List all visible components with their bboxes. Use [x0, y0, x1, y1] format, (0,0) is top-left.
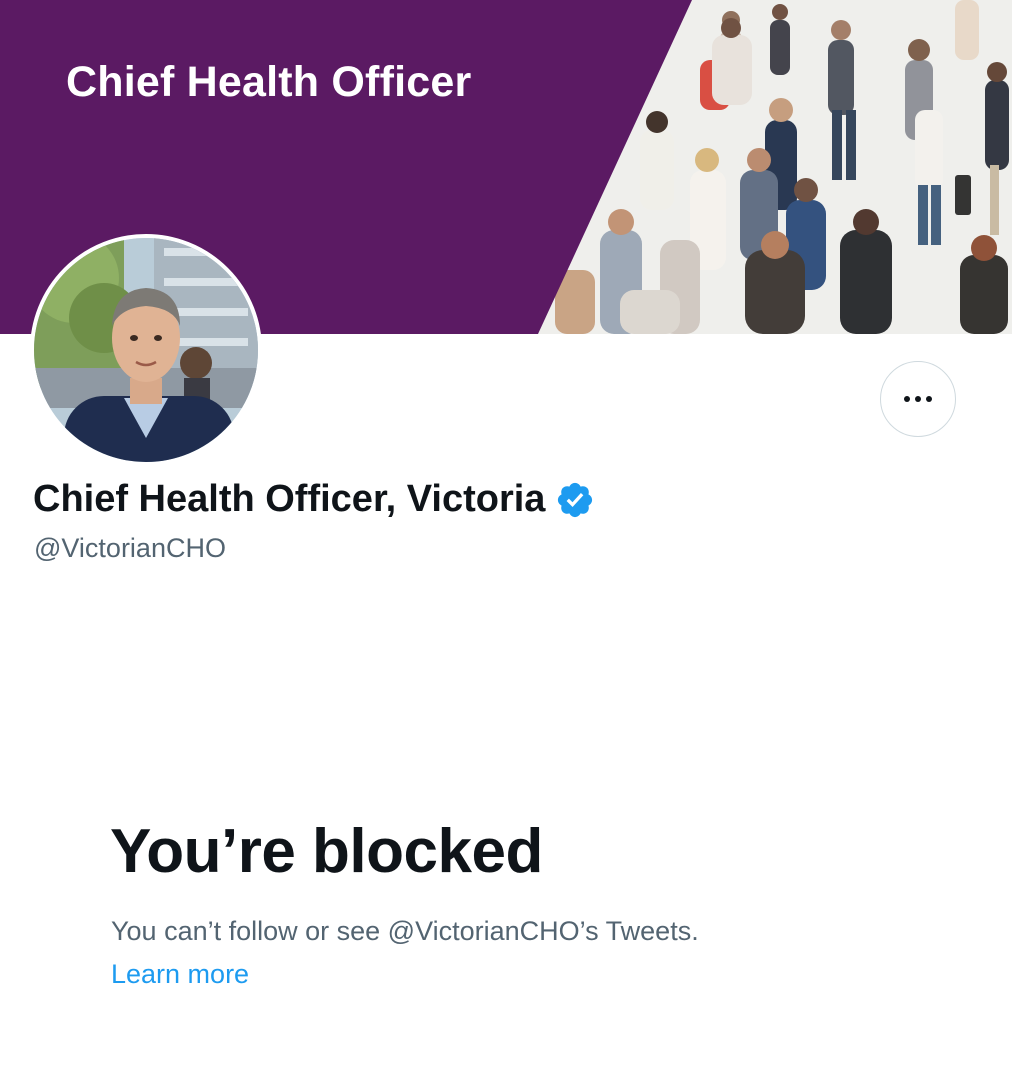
profile-handle: @VictorianCHO: [34, 533, 226, 563]
profile-name-row: Chief Health Officer, Victoria: [33, 478, 595, 521]
more-options-button[interactable]: [880, 361, 956, 437]
learn-more-link[interactable]: Learn more: [111, 959, 249, 990]
ellipsis-icon: [904, 396, 932, 402]
verified-badge-icon[interactable]: [555, 480, 595, 520]
avatar[interactable]: [30, 234, 262, 466]
banner-title: Chief Health Officer: [66, 58, 472, 106]
display-name: Chief Health Officer, Victoria: [33, 478, 546, 520]
profile-page: Chief Health Officer Chief Health Office…: [0, 0, 1012, 1072]
blocked-title: You’re blocked: [110, 817, 543, 886]
avatar-image: [34, 238, 258, 462]
blocked-description: You can’t follow or see @VictorianCHO’s …: [111, 916, 699, 946]
